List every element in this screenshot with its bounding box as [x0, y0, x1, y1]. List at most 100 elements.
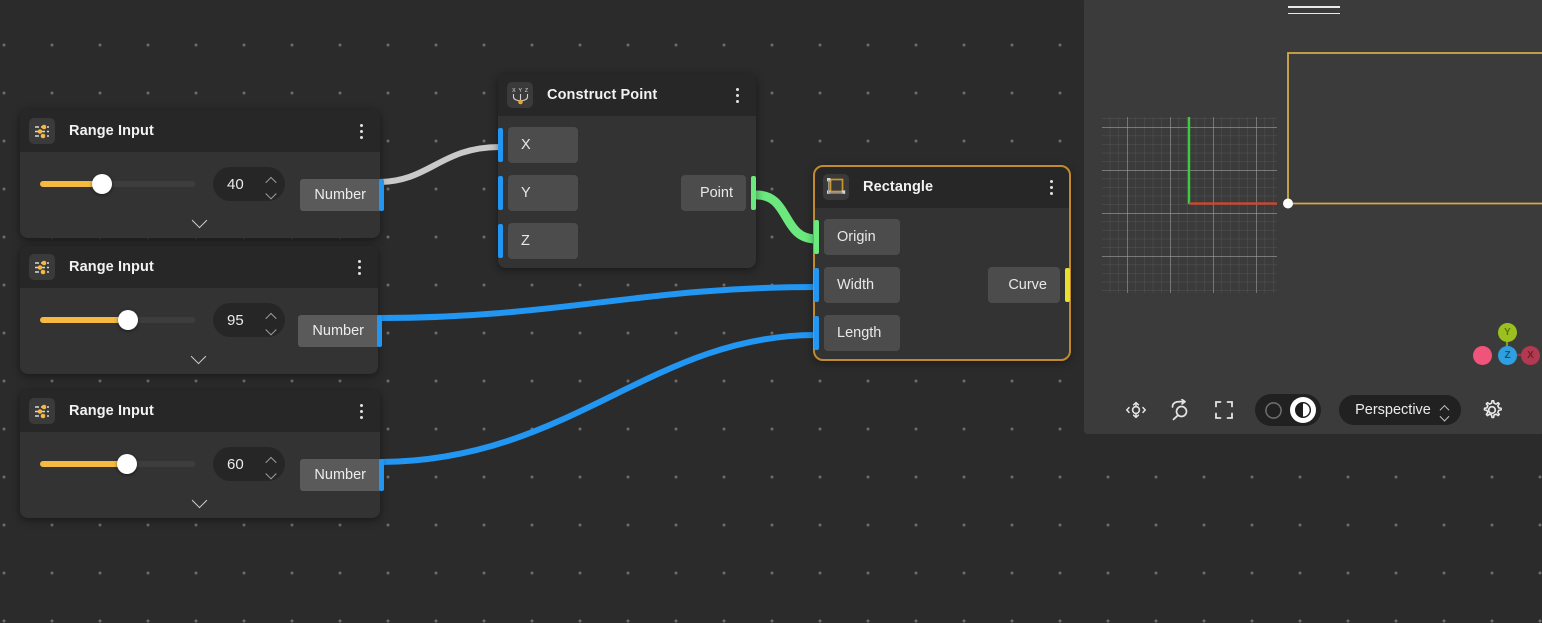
node-title: Range Input	[69, 123, 154, 139]
origin-point-marker	[1283, 199, 1293, 209]
wire-range1-to-x	[378, 147, 500, 182]
port-connector[interactable]	[379, 459, 384, 491]
slider-knob[interactable]	[118, 310, 138, 330]
port-connector[interactable]	[379, 179, 384, 211]
port-connector[interactable]	[814, 220, 819, 254]
projection-value: Perspective	[1355, 402, 1431, 418]
node-header[interactable]: X Y Z Construct Point	[498, 74, 756, 116]
input-port-x[interactable]: X	[508, 127, 578, 163]
wire-point-to-origin	[757, 195, 816, 239]
port-connector[interactable]	[751, 176, 756, 210]
node-body: 95 Number	[20, 288, 378, 374]
gizmo-label: Y	[1504, 327, 1511, 338]
range-input-row: 95 Number	[20, 298, 378, 342]
port-connector[interactable]	[1065, 268, 1070, 302]
chevron-up-icon[interactable]	[267, 313, 276, 318]
output-port-point[interactable]: Point	[681, 175, 746, 211]
shaded-shading-icon[interactable]	[1290, 397, 1316, 423]
node-title: Range Input	[69, 259, 154, 275]
node-header[interactable]: Range Input	[20, 110, 380, 152]
chevron-up-icon[interactable]	[267, 177, 276, 182]
rectangle-shape-icon	[823, 174, 849, 200]
kebab-menu-icon[interactable]	[1042, 176, 1060, 198]
kebab-menu-icon[interactable]	[350, 256, 368, 278]
kebab-menu-icon[interactable]	[352, 120, 370, 142]
port-label: Curve	[1008, 277, 1047, 293]
node-rectangle[interactable]: Rectangle Origin Width Curve	[814, 166, 1070, 360]
node-header[interactable]: Range Input	[20, 246, 378, 288]
port-connector[interactable]	[498, 176, 503, 210]
kebab-menu-icon[interactable]	[728, 84, 746, 106]
output-port-number[interactable]: Number	[300, 179, 380, 211]
value-stepper[interactable]	[267, 447, 276, 481]
gizmo-axis-x[interactable]: X	[1521, 346, 1540, 365]
value-stepper[interactable]	[267, 167, 276, 201]
input-port-y[interactable]: Y	[508, 175, 578, 211]
port-label: X	[521, 137, 531, 153]
range-slider[interactable]	[40, 174, 195, 194]
xyz-point-icon: X Y Z	[507, 82, 533, 108]
slider-knob[interactable]	[117, 454, 137, 474]
node-construct-point[interactable]: X Y Z Construct Point X	[498, 74, 756, 268]
port-label: Number	[314, 187, 366, 203]
port-connector[interactable]	[814, 268, 819, 302]
svg-text:X Y Z: X Y Z	[512, 88, 529, 94]
port-label: Point	[700, 185, 733, 201]
chevron-down-icon[interactable]	[267, 467, 276, 472]
node-range-input-3[interactable]: Range Input 60	[20, 390, 380, 518]
port-connector[interactable]	[498, 128, 503, 162]
port-connector[interactable]	[814, 316, 819, 350]
node-body: Origin Width Curve Leng	[814, 208, 1070, 360]
orbit-icon[interactable]	[1123, 397, 1149, 423]
axis-gizmo[interactable]: Y Z X	[1472, 312, 1542, 376]
value-number-field[interactable]: 95	[213, 303, 285, 337]
projection-mode-select[interactable]: Perspective	[1339, 395, 1461, 425]
node-range-input-1[interactable]: Range Input 40	[20, 110, 380, 238]
wire-range3-to-length	[378, 335, 816, 462]
gizmo-label: Z	[1504, 350, 1510, 361]
range-input-row: 40 Number	[20, 162, 380, 206]
fit-frame-icon[interactable]	[1211, 397, 1237, 423]
chevron-down-icon[interactable]	[267, 187, 276, 192]
range-slider[interactable]	[40, 310, 195, 330]
viewport-panel[interactable]: Y Z X	[1084, 0, 1542, 434]
chevron-up-icon[interactable]	[267, 457, 276, 462]
output-port-number[interactable]: Number	[298, 315, 378, 347]
gear-icon[interactable]	[1479, 397, 1505, 423]
port-connector[interactable]	[498, 224, 503, 258]
value-number-field[interactable]: 40	[213, 167, 285, 201]
port-connector[interactable]	[377, 315, 382, 347]
chevron-down-icon	[192, 351, 206, 359]
port-row: X	[498, 127, 756, 163]
node-editor-app: Range Input 40	[0, 0, 1542, 623]
output-port-curve[interactable]: Curve	[988, 267, 1060, 303]
value-stepper[interactable]	[267, 303, 276, 337]
wireframe-shading-icon[interactable]	[1260, 397, 1286, 423]
output-port-number[interactable]: Number	[300, 459, 380, 491]
zoom-refresh-icon[interactable]	[1167, 397, 1193, 423]
input-port-z[interactable]: Z	[508, 223, 578, 259]
gizmo-axis-neg-x[interactable]	[1473, 346, 1492, 365]
range-slider[interactable]	[40, 454, 195, 474]
sliders-icon	[29, 118, 55, 144]
node-header[interactable]: Rectangle	[814, 166, 1070, 208]
gizmo-axis-y[interactable]: Y	[1498, 323, 1517, 342]
gizmo-axis-z[interactable]: Z	[1498, 346, 1517, 365]
node-title: Range Input	[69, 403, 154, 419]
chevron-down-icon[interactable]	[267, 323, 276, 328]
value-text: 95	[227, 312, 244, 329]
kebab-menu-icon[interactable]	[352, 400, 370, 422]
node-range-input-2[interactable]: Range Input 95	[20, 246, 378, 374]
input-port-length[interactable]: Length	[824, 315, 900, 351]
input-port-width[interactable]: Width	[824, 267, 900, 303]
slider-knob[interactable]	[92, 174, 112, 194]
node-header[interactable]: Range Input	[20, 390, 380, 432]
up-down-caret-icon[interactable]	[1441, 405, 1449, 415]
input-port-origin[interactable]: Origin	[824, 219, 900, 255]
chevron-down-icon	[193, 215, 207, 223]
node-body: 40 Number	[20, 152, 380, 238]
node-title: Rectangle	[863, 179, 933, 195]
port-row: Y Point	[498, 175, 756, 211]
port-label: Length	[837, 325, 881, 341]
value-number-field[interactable]: 60	[213, 447, 285, 481]
